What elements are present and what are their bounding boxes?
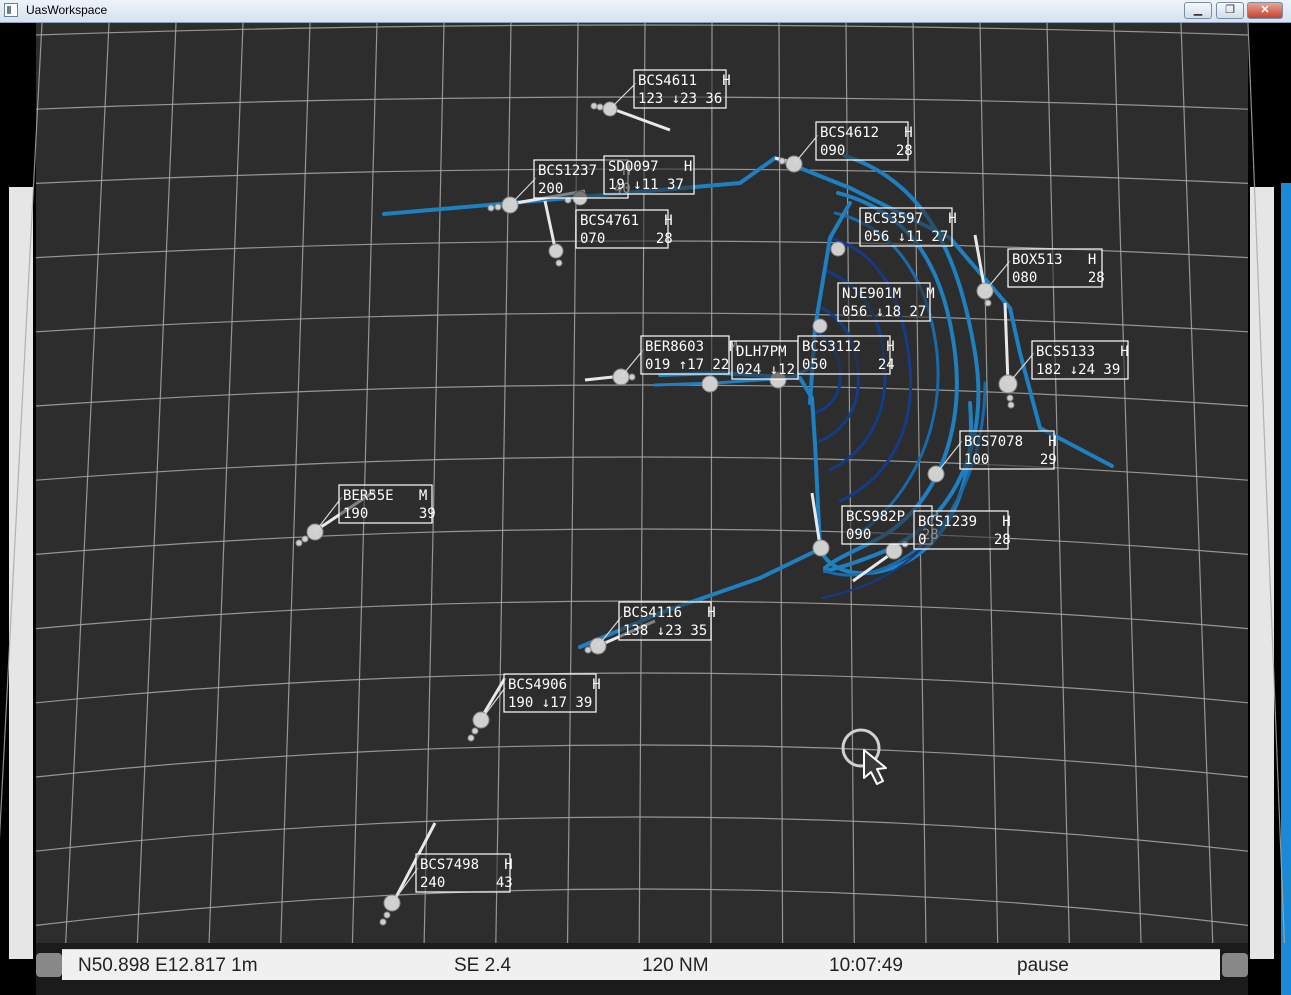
aircraft-symbol[interactable] bbox=[812, 539, 830, 557]
radar-display[interactable]: BCS4611 H 123 ↓23 36 BCS4612 H 090 28 BCS123… bbox=[0, 23, 1291, 995]
label-flight-data: 0 28 bbox=[918, 532, 1011, 548]
label-flight-data: 056 ↓18 27 bbox=[842, 304, 926, 320]
label-flight-data: 190 ↓17 39 bbox=[508, 695, 592, 711]
window-title: UasWorkspace bbox=[26, 3, 108, 17]
aircraft-symbol[interactable] bbox=[812, 318, 828, 334]
label-callsign: BCS4611 H bbox=[638, 73, 731, 89]
aircraft-label-bcs4611[interactable]: BCS4611 H 123 ↓23 36 bbox=[633, 69, 731, 109]
aircraft-label-ber55e[interactable]: BER55E M 190 39 bbox=[338, 484, 436, 524]
aircraft-label-sdo097[interactable]: SDO097 H 19 ↓11 37 bbox=[603, 155, 695, 195]
label-callsign: BOX513 H bbox=[1012, 252, 1096, 268]
label-flight-data: 070 28 bbox=[580, 231, 673, 247]
label-callsign: BCS7498 H bbox=[420, 857, 513, 873]
aircraft-label-bcs5133[interactable]: BCS5133 H 182 ↓24 39 bbox=[1031, 340, 1129, 380]
label-flight-data: 050 24 bbox=[802, 357, 895, 373]
label-callsign: BCS7078 H bbox=[964, 434, 1057, 450]
app-icon bbox=[4, 3, 18, 17]
aircraft-label-bcs1239[interactable]: BCS1239 H 0 28 bbox=[913, 510, 1011, 550]
window-titlebar: UasWorkspace ▁ ❐ ✕ bbox=[0, 0, 1291, 23]
aircraft-label-dlh7pm[interactable]: DLH7PM 024 ↓12 bbox=[731, 340, 799, 380]
label-flight-data: 100 29 bbox=[964, 452, 1057, 468]
label-flight-data: 056 ↓11 27 bbox=[864, 229, 948, 245]
aircraft-symbol[interactable] bbox=[701, 375, 719, 393]
aircraft-label-ber8603[interactable]: BER8603 M 019 ↑17 22 bbox=[640, 335, 738, 375]
label-callsign: DLH7PM bbox=[736, 344, 787, 360]
cursor-position: N50.898 E12.817 1m bbox=[78, 955, 258, 976]
aircraft-label-bcs7078[interactable]: BCS7078 H 100 29 bbox=[959, 430, 1057, 470]
clock: 10:07:49 bbox=[829, 955, 903, 976]
aircraft-label-bcs4612[interactable]: BCS4612 H 090 28 bbox=[815, 121, 913, 161]
range-readout[interactable]: 120 NM bbox=[642, 955, 709, 977]
label-flight-data: 138 ↓23 35 bbox=[623, 623, 707, 639]
aircraft-label-bcs4761[interactable]: BCS4761 H 070 28 bbox=[575, 209, 673, 249]
label-callsign: BCS4612 H bbox=[820, 125, 913, 141]
label-callsign: BCS3112 H bbox=[802, 339, 895, 355]
label-flight-data: 090 28 bbox=[820, 143, 913, 159]
label-callsign: BCS3597 H bbox=[864, 211, 957, 227]
aircraft-label-bcs4116[interactable]: BCS4116 H 138 ↓23 35 bbox=[618, 601, 716, 641]
aircraft-label-bcs3597[interactable]: BCS3597 H 056 ↓11 27 bbox=[859, 207, 957, 247]
label-flight-data: 019 ↑17 22 bbox=[645, 357, 729, 373]
label-callsign: BER8603 M bbox=[645, 339, 738, 355]
aircraft-symbol[interactable] bbox=[830, 241, 846, 257]
restore-button[interactable]: ❐ bbox=[1216, 2, 1244, 19]
status-right-cap bbox=[1222, 953, 1248, 977]
label-flight-data: 182 ↓24 39 bbox=[1036, 362, 1120, 378]
aircraft-label-bcs7498[interactable]: BCS7498 H 240 43 bbox=[415, 853, 513, 893]
right-scroll-panel bbox=[1250, 187, 1274, 959]
label-callsign: BCS5133 H bbox=[1036, 344, 1129, 360]
wind-readout: SE 2.4 bbox=[454, 955, 512, 976]
label-callsign: SDO097 H bbox=[608, 159, 692, 175]
label-callsign: NJE901M M bbox=[842, 286, 935, 302]
left-scroll-panel bbox=[9, 187, 33, 959]
label-callsign: BCS1239 H bbox=[918, 514, 1011, 530]
aircraft-label-box513[interactable]: BOX513 H 080 28 bbox=[1007, 248, 1105, 288]
label-flight-data: 190 39 bbox=[343, 506, 436, 522]
label-flight-data: 123 ↓23 36 bbox=[638, 91, 722, 107]
close-button[interactable]: ✕ bbox=[1247, 2, 1283, 19]
label-callsign: BCS4116 H bbox=[623, 605, 716, 621]
label-callsign: BCS4906 H bbox=[508, 677, 601, 693]
aircraft-label-bcs3112[interactable]: BCS3112 H 050 24 bbox=[797, 335, 895, 375]
status-left-cap bbox=[36, 953, 62, 977]
label-callsign: BER55E M bbox=[343, 488, 427, 504]
label-callsign: BCS4761 H bbox=[580, 213, 673, 229]
label-flight-data: 240 43 bbox=[420, 875, 513, 891]
playback-mode[interactable]: pause bbox=[1017, 955, 1069, 977]
label-flight-data: 024 ↓12 bbox=[736, 362, 795, 378]
aircraft-label-bcs4906[interactable]: BCS4906 H 190 ↓17 39 bbox=[503, 673, 601, 713]
aircraft-label-nje901m[interactable]: NJE901M M 056 ↓18 27 bbox=[837, 282, 935, 322]
minimize-button[interactable]: ▁ bbox=[1184, 2, 1212, 19]
label-flight-data: 19 ↓11 37 bbox=[608, 177, 684, 193]
label-flight-data: 080 28 bbox=[1012, 270, 1105, 286]
status-bar: N50.898 E12.817 1m SE 2.4 120 NM 10:07:4… bbox=[62, 949, 1220, 980]
